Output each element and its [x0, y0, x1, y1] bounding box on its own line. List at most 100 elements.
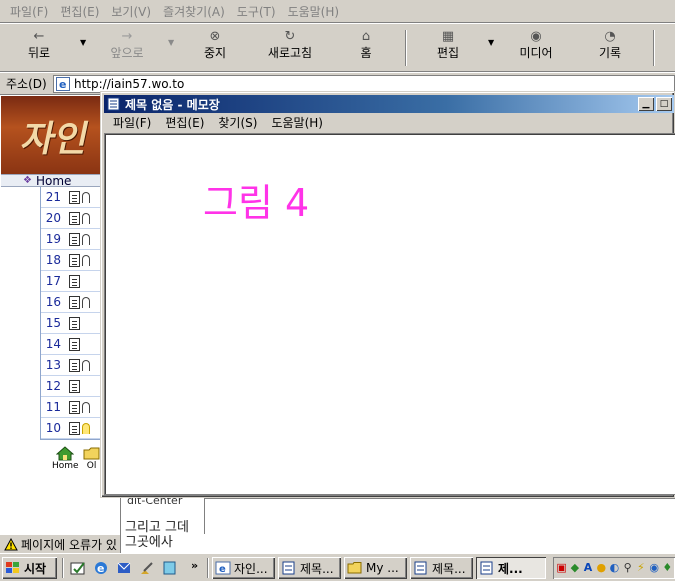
minimize-button[interactable]: ▁	[638, 97, 654, 111]
ie-menu-edit[interactable]: 편집(E)	[54, 3, 105, 20]
notepad-text-area[interactable]: 그림 4	[104, 133, 675, 495]
forward-label: 앞으로	[110, 46, 144, 60]
document-icon	[69, 190, 80, 204]
task-button-notepad-2[interactable]: 제목...	[410, 557, 473, 579]
post-number: 17	[45, 274, 61, 288]
post-row[interactable]: 10	[41, 418, 105, 439]
refresh-label: 새로고침	[267, 46, 313, 60]
ie-toolbar: ← 뒤로 ▼ → 앞으로 ▼ ⊗ 중지 ↻ 새로고침 ⌂ 홈 ▦ 편집 ▼ ◉ …	[0, 24, 675, 72]
ie-menu-tools[interactable]: 도구(T)	[231, 3, 282, 20]
forward-dropdown-icon[interactable]: ▼	[168, 38, 174, 47]
notepad-window: 제목 없음 - 메모장 ▁ □ 파일(F) 편집(E) 찾기(S) 도움말(H)…	[100, 91, 675, 498]
status-text: 페이지에 오류가 있	[21, 537, 117, 552]
nav-home-link[interactable]: Home	[36, 174, 71, 188]
task-button-browser[interactable]: e 자인...	[212, 557, 275, 579]
tray-icon-6[interactable]: ⚲	[622, 561, 633, 575]
post-row[interactable]: 12	[41, 376, 105, 397]
post-row[interactable]: 14	[41, 334, 105, 355]
maximize-button[interactable]: □	[656, 97, 672, 111]
notepad-menu-help[interactable]: 도움말(H)	[264, 114, 330, 131]
tool-icon[interactable]	[139, 560, 155, 576]
tray-icon-5[interactable]: ◐	[609, 561, 620, 575]
post-row[interactable]: 16	[41, 292, 105, 313]
back-button[interactable]: ← 뒤로	[22, 28, 56, 68]
folder-icon	[83, 447, 100, 460]
ie-menu-help[interactable]: 도움말(H)	[282, 3, 346, 20]
ie-menu-file[interactable]: 파일(F)	[4, 3, 54, 20]
notepad-titlebar[interactable]: 제목 없음 - 메모장 ▁ □	[104, 95, 674, 113]
post-number: 13	[45, 358, 61, 372]
outlook-icon[interactable]	[116, 560, 132, 576]
footer-other-link[interactable]: Ol	[83, 446, 101, 471]
notepad-task-icon	[282, 561, 295, 575]
footer-other-label: Ol	[86, 461, 97, 471]
taskbar-separator-2	[207, 558, 209, 578]
post-number: 10	[45, 421, 61, 435]
warning-icon[interactable]	[4, 537, 18, 551]
document-icon	[69, 358, 80, 372]
notepad-task-icon	[480, 561, 493, 575]
document-icon	[69, 232, 80, 246]
notepad-menu-edit[interactable]: 편집(E)	[158, 114, 211, 131]
footer-home-link[interactable]: Home	[52, 446, 79, 471]
tray-icon-9[interactable]: ♦	[662, 561, 673, 575]
tray-icon-2[interactable]: ◆	[569, 561, 580, 575]
quicklaunch-more[interactable]: »	[191, 559, 198, 572]
task-button-notepad[interactable]: 제목...	[278, 557, 341, 579]
toolbar-separator-2	[653, 30, 655, 66]
stop-button[interactable]: ⊗ 중지	[200, 28, 230, 68]
post-row[interactable]: 19	[41, 229, 105, 250]
media-button[interactable]: ◉ 미디어	[516, 28, 556, 68]
minimize-icon: ▁	[642, 99, 650, 109]
notepad-icon	[107, 97, 120, 111]
notepad-menu-file[interactable]: 파일(F)	[106, 114, 158, 131]
site-logo: 자인	[17, 118, 94, 160]
home-button[interactable]: ⌂ 홈	[356, 28, 376, 68]
post-number: 18	[45, 253, 61, 267]
ie-menu-view[interactable]: 보기(V)	[105, 3, 157, 20]
notepad-menu-search[interactable]: 찾기(S)	[211, 114, 264, 131]
notepad-menubar: 파일(F) 편집(E) 찾기(S) 도움말(H)	[104, 113, 674, 132]
post-row[interactable]: 17	[41, 271, 105, 292]
toolbar-separator	[405, 30, 407, 66]
post-number: 15	[45, 316, 61, 330]
maximize-icon: □	[659, 99, 669, 109]
task-button-folder[interactable]: My ...	[344, 557, 407, 579]
ie-menu-favorites[interactable]: 즐겨찾기(A)	[157, 3, 231, 20]
tray-icon-3[interactable]: A	[582, 561, 593, 575]
post-row[interactable]: 20	[41, 208, 105, 229]
ie-quicklaunch-icon[interactable]: e	[93, 560, 109, 576]
start-button[interactable]: 시작	[2, 557, 57, 579]
tray-icon-7[interactable]: ⚡	[635, 561, 646, 575]
task-label: 제목...	[432, 561, 466, 576]
notes-icon[interactable]	[162, 560, 178, 576]
post-row[interactable]: 11	[41, 397, 105, 418]
task-button-notepad-active[interactable]: 제...	[476, 557, 546, 579]
post-row[interactable]: 15	[41, 313, 105, 334]
ie-page-icon: e	[56, 77, 70, 91]
document-icon	[69, 274, 80, 288]
notepad-content: 그림 4	[203, 181, 310, 225]
refresh-button[interactable]: ↻ 새로고침	[264, 28, 316, 68]
home-label: 홈	[360, 46, 372, 60]
tray-icon-8[interactable]: ◉	[649, 561, 660, 575]
post-row[interactable]: 21	[41, 187, 105, 208]
post-row[interactable]: 13	[41, 355, 105, 376]
post-number: 16	[45, 295, 61, 309]
post-row[interactable]: 18	[41, 250, 105, 271]
edit-label: 편집	[436, 46, 460, 60]
edit-dropdown-icon[interactable]: ▼	[488, 38, 494, 47]
task-label: 자인...	[234, 561, 268, 576]
site-nav: ❖ Home	[1, 174, 105, 188]
svg-text:e: e	[59, 78, 66, 91]
show-desktop-icon[interactable]	[70, 560, 86, 576]
edit-button[interactable]: ▦ 편집	[434, 28, 462, 68]
forward-button[interactable]: → 앞으로	[106, 28, 148, 68]
document-icon	[69, 379, 80, 393]
history-button[interactable]: ◔ 기록	[596, 28, 624, 68]
attachment-icon	[82, 212, 90, 224]
back-dropdown-icon[interactable]: ▼	[80, 38, 86, 47]
tray-icon-4[interactable]: ●	[596, 561, 607, 575]
task-label: 제...	[498, 561, 523, 576]
tray-icon-1[interactable]: ▣	[556, 561, 567, 575]
